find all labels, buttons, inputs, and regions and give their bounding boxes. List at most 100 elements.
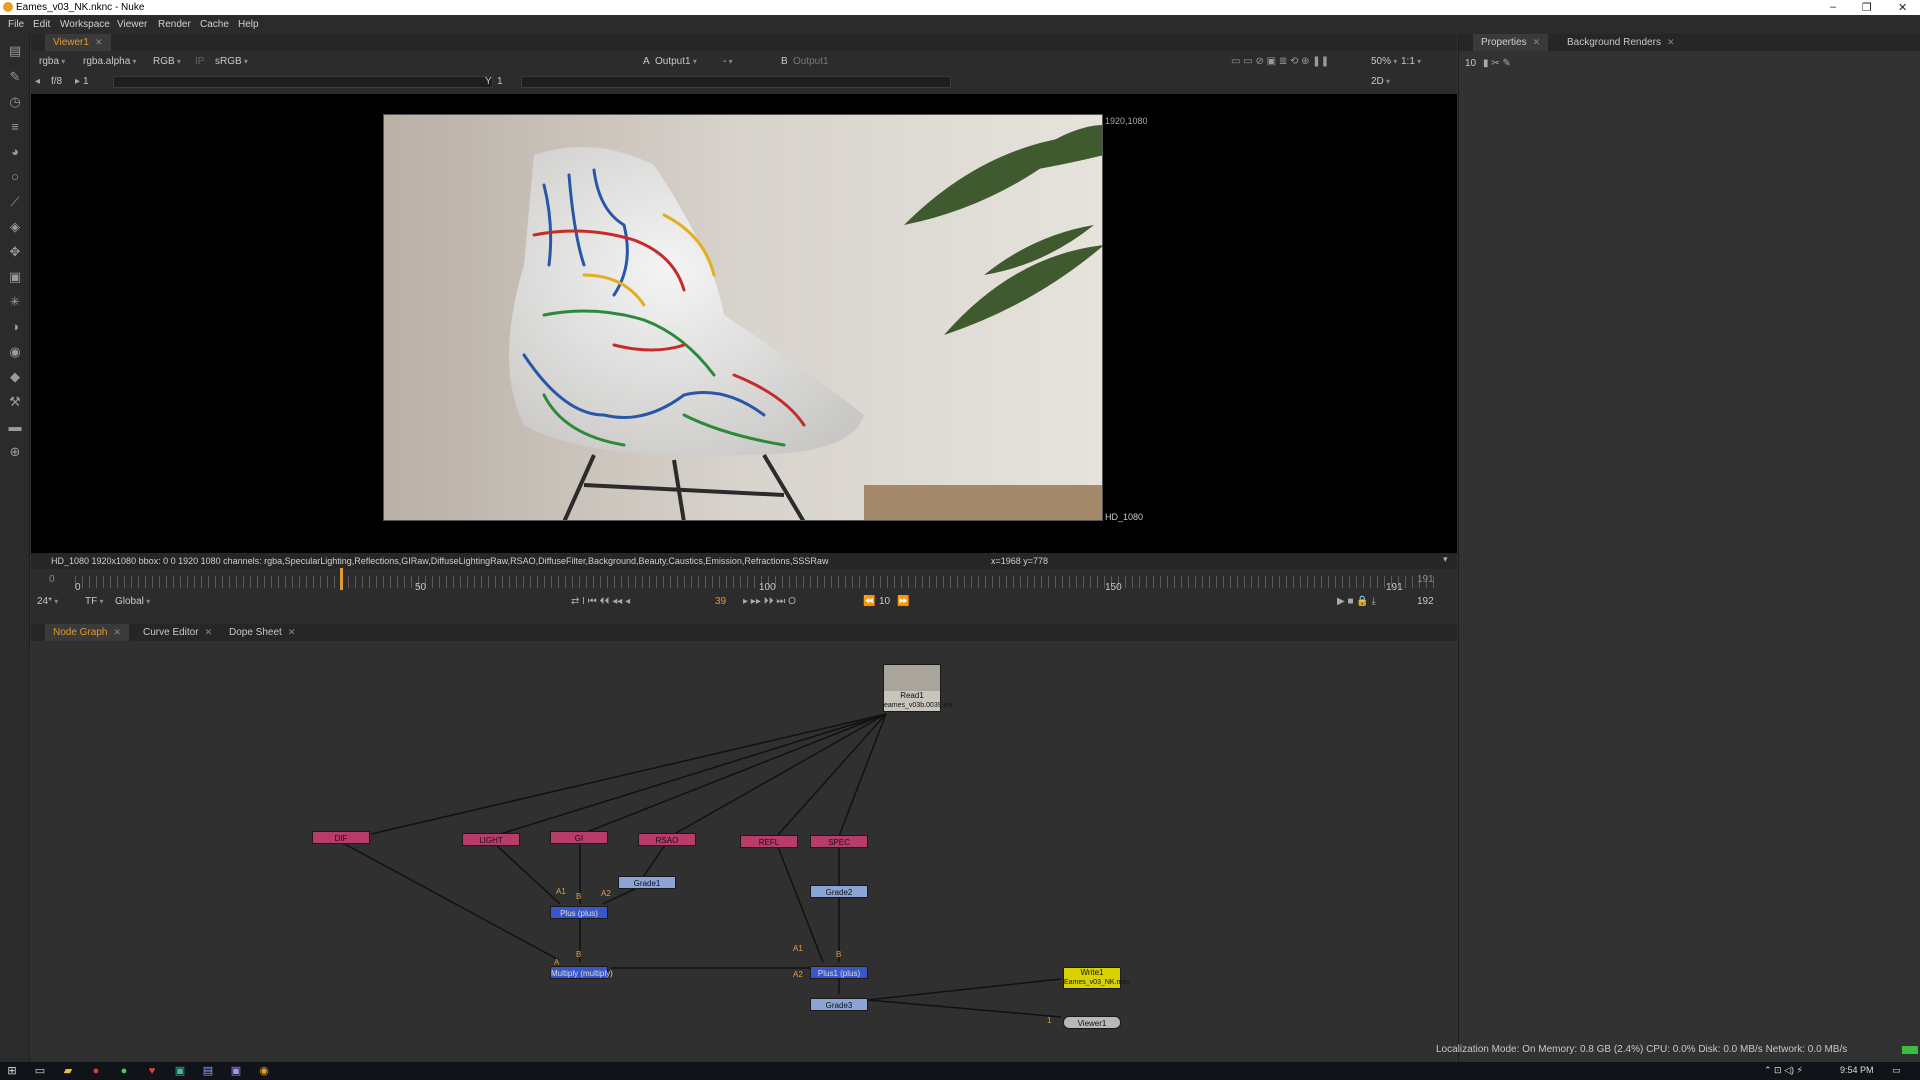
particles-icon[interactable]: ✳ xyxy=(8,295,22,309)
dif-node[interactable]: DIF xyxy=(312,831,370,844)
playhead[interactable] xyxy=(340,568,343,590)
alpha-select[interactable]: rgba.alpha xyxy=(83,56,137,67)
gamma-value[interactable]: 1 xyxy=(497,76,503,87)
time-icon[interactable]: ◷ xyxy=(8,95,22,109)
view-mode-select[interactable]: 2D xyxy=(1371,76,1390,87)
keyer-icon[interactable]: ⟋ xyxy=(8,195,22,209)
lut-select[interactable]: sRGB xyxy=(215,56,248,67)
rsao-node[interactable]: RSAO xyxy=(638,833,696,846)
viewer1-node[interactable]: Viewer1 xyxy=(1063,1016,1121,1029)
views-icon[interactable]: ◉ xyxy=(8,345,22,359)
deep-icon[interactable]: ◑ xyxy=(8,320,22,334)
tf-select[interactable]: TF xyxy=(85,596,103,607)
image-icon[interactable]: ▤ xyxy=(8,44,22,58)
app3-icon[interactable]: ▤ xyxy=(202,1065,214,1077)
menu-viewer[interactable]: Viewer xyxy=(117,19,147,30)
read1-node[interactable]: Read1 eames_v03b.0039.exr xyxy=(883,664,953,712)
menu-file[interactable]: File xyxy=(8,19,24,30)
close-tab-icon[interactable]: ✕ xyxy=(1667,37,1675,47)
grade2-node[interactable]: Grade2 xyxy=(810,885,868,898)
close-icon[interactable]: ✕ xyxy=(1898,1,1907,14)
metadata-icon[interactable]: ◆ xyxy=(8,370,22,384)
tab-background-renders[interactable]: Background Renders ✕ xyxy=(1559,34,1683,51)
step-forward-icon[interactable]: ⏩ xyxy=(897,596,909,607)
app2-icon[interactable]: ▣ xyxy=(174,1065,186,1077)
viewer-canvas[interactable]: 1920,1080 HD_1080 xyxy=(31,94,1457,553)
transform-icon[interactable]: ✥ xyxy=(8,245,22,259)
playback-mode-icons[interactable]: ▶ ■ 🔒 ⤓ xyxy=(1337,596,1376,607)
draw-icon[interactable]: ✎ xyxy=(8,70,22,84)
current-frame[interactable]: 39 xyxy=(715,596,726,607)
menu-render[interactable]: Render xyxy=(158,19,191,30)
chrome-icon[interactable]: ● xyxy=(90,1065,102,1077)
viewer-tool-icons[interactable]: ▭ ▭ ⊘ ▣ ≣ ⟲ ⊕ ❚❚ xyxy=(1231,56,1329,67)
gi-node[interactable]: GI xyxy=(550,831,608,844)
max-panels-value[interactable]: 10 xyxy=(1465,58,1476,69)
transport-forward-icons[interactable]: ▸ ▸▸ ⏵⏵ ⏭ O xyxy=(743,596,796,607)
timeline-ruler[interactable] xyxy=(75,576,1435,588)
transport-back-icons[interactable]: ⇄ I ⏮ ⏴⏴ ◂◂ ◂ xyxy=(571,596,630,607)
tab-properties[interactable]: Properties ✕ xyxy=(1473,34,1549,51)
filter-icon[interactable]: ○ xyxy=(8,170,22,184)
gain-arrow-icon[interactable]: ▸ xyxy=(75,76,80,87)
multiply-node[interactable]: Multiply (multiply) xyxy=(550,966,613,979)
input-b-select[interactable]: Output1 xyxy=(793,56,829,67)
close-tab-icon[interactable]: ✕ xyxy=(1533,37,1541,47)
tab-viewer1[interactable]: Viewer1 ✕ xyxy=(45,34,111,51)
tray-icons[interactable]: ⌃ ⊡ ◁) ⚡ xyxy=(1764,1065,1803,1076)
grade3-node[interactable]: Grade3 xyxy=(810,998,868,1011)
merge-icon[interactable]: ◈ xyxy=(8,220,22,234)
menu-workspace[interactable]: Workspace xyxy=(60,19,110,30)
fstop-value[interactable]: f/8 xyxy=(51,76,62,87)
grade1-node[interactable]: Grade1 xyxy=(618,876,676,889)
gamma-slider[interactable] xyxy=(521,76,951,88)
fstop-arrow-icon[interactable]: ◂ xyxy=(35,76,40,87)
tick-150: 150 xyxy=(1105,582,1122,593)
plus-node[interactable]: Plus (plus) xyxy=(550,906,608,919)
explorer-icon[interactable]: ▰ xyxy=(62,1065,74,1077)
restore-icon[interactable]: ❐ xyxy=(1862,1,1872,14)
toolsets-icon[interactable]: ⚒ xyxy=(8,395,22,409)
write1-node[interactable]: Write1 Eames_v03_NK.mov xyxy=(1063,967,1130,989)
channel-icon[interactable]: ≡ xyxy=(8,120,22,134)
fps-select[interactable]: 24* xyxy=(37,596,58,607)
menu-edit[interactable]: Edit xyxy=(33,19,50,30)
properties-tool-icons[interactable]: ▮ ✂ ✎ xyxy=(1483,58,1511,69)
furnace-icon[interactable]: ⊕ xyxy=(8,445,22,459)
refl-node[interactable]: REFL xyxy=(740,835,798,848)
ip-button[interactable]: IP xyxy=(195,56,204,67)
3d-icon[interactable]: ▣ xyxy=(8,270,22,284)
step-value[interactable]: 10 xyxy=(879,596,890,607)
zoom-select[interactable]: 50% xyxy=(1371,56,1397,67)
app-icon[interactable]: ♥ xyxy=(146,1065,158,1077)
window-title: Eames_v03_NK.nknc - Nuke xyxy=(16,2,145,13)
step-back-icon[interactable]: ⏪ xyxy=(863,596,875,607)
plus1-node[interactable]: Plus1 (plus) xyxy=(810,966,868,979)
after-effects-icon[interactable]: ▣ xyxy=(230,1065,242,1077)
composite-select[interactable]: - xyxy=(723,56,733,67)
gain-slider[interactable] xyxy=(113,76,493,88)
menu-help[interactable]: Help xyxy=(238,19,259,30)
nuke-icon[interactable]: ◉ xyxy=(258,1065,270,1077)
input-a-label: A xyxy=(643,56,650,67)
light-node[interactable]: LIGHT xyxy=(462,833,520,846)
gain-value[interactable]: 1 xyxy=(83,76,89,87)
color-icon[interactable]: ◕ xyxy=(8,145,22,159)
notifications-icon[interactable]: ▭ xyxy=(1892,1065,1901,1076)
close-tab-icon[interactable]: ✕ xyxy=(95,37,103,47)
proxy-select[interactable]: 1:1 xyxy=(1401,56,1421,67)
display-select[interactable]: RGB xyxy=(153,56,181,67)
menu-cache[interactable]: Cache xyxy=(200,19,229,30)
other-icon[interactable]: ▬ xyxy=(8,420,22,434)
info-collapse-icon[interactable]: ▾ xyxy=(1443,554,1448,565)
spec-node[interactable]: SPEC xyxy=(810,835,868,848)
task-view-icon[interactable]: ▭ xyxy=(34,1065,46,1077)
spotify-icon[interactable]: ● xyxy=(118,1065,130,1077)
channels-select[interactable]: rgba xyxy=(39,56,65,67)
tab-properties-label: Properties xyxy=(1481,37,1527,48)
range-select[interactable]: Global xyxy=(115,596,150,607)
minimize-icon[interactable]: – xyxy=(1830,1,1836,13)
start-icon[interactable]: ⊞ xyxy=(6,1065,18,1077)
node-graph-panel[interactable]: Node Graph✕ Curve Editor✕ Dope Sheet✕ xyxy=(31,624,1457,1062)
input-a-select[interactable]: Output1 xyxy=(655,56,697,67)
